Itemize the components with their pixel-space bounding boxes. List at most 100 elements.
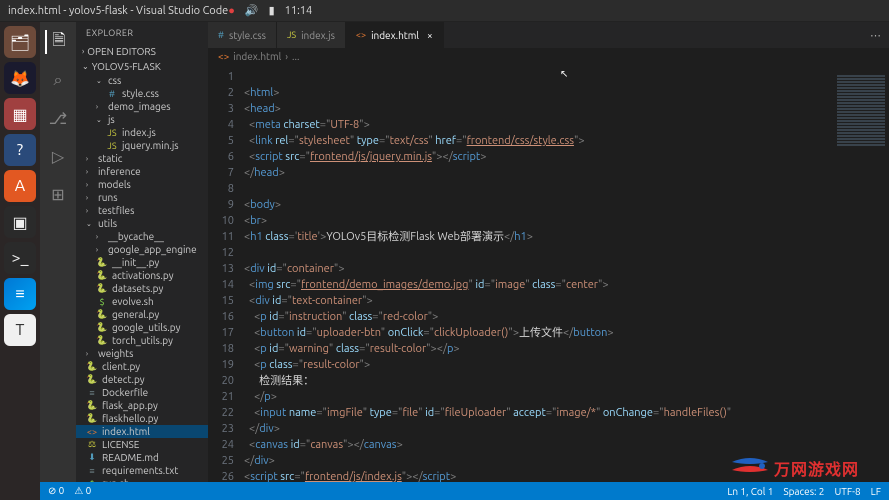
py-file-icon: 🐍 xyxy=(96,270,108,281)
tree-item-requirements-txt[interactable]: ≡requirements.txt xyxy=(76,464,208,477)
tree-item-label: demo_images xyxy=(108,101,171,112)
tree-item---bycache--[interactable]: ›__bycache__ xyxy=(76,230,208,243)
tree-item---init---py[interactable]: 🐍 __init__.py xyxy=(76,256,208,269)
activity-debug-icon[interactable]: ▷ xyxy=(46,144,70,168)
py-file-icon: 🐍 xyxy=(86,374,98,385)
watermark-text: 万网游戏网 xyxy=(774,456,859,480)
breadcrumb-file-icon: <> xyxy=(218,51,229,62)
tree-item-label: requirements.txt xyxy=(102,465,178,476)
tree-item-runs[interactable]: ›runs xyxy=(76,191,208,204)
tree-item-flaskhello-py[interactable]: 🐍flaskhello.py xyxy=(76,412,208,425)
tree-item-models[interactable]: ›models xyxy=(76,178,208,191)
js-file-icon: JS xyxy=(287,30,296,40)
tree-item-client-py[interactable]: 🐍client.py xyxy=(76,360,208,373)
tree-item-evolve-sh[interactable]: $evolve.sh xyxy=(76,295,208,308)
tree-item-index-js[interactable]: JSindex.js xyxy=(76,126,208,139)
tab-style-css[interactable]: # style.css xyxy=(208,22,277,48)
code-content[interactable]: <html><head> <meta charset="UTF-8"> <lin… xyxy=(244,65,889,500)
tree-item-demo-images[interactable]: ›demo_images xyxy=(76,100,208,113)
section-project[interactable]: ⌄ YOLOV5-FLASK xyxy=(76,59,208,74)
chevron-right-icon: › xyxy=(86,350,94,358)
dock-files-icon[interactable]: 🗂 xyxy=(4,26,36,58)
chevron-right-icon: › xyxy=(96,233,104,241)
breadcrumb[interactable]: <> index.html › ... xyxy=(208,48,889,65)
status-position[interactable]: Ln 1, Col 1 xyxy=(727,486,773,497)
section-open-editors[interactable]: › OPEN EDITORS xyxy=(76,44,208,59)
tree-item-label: index.html xyxy=(102,426,150,437)
dock-firefox-icon[interactable]: 🦊 xyxy=(4,62,36,94)
tree-item-label: __init__.py xyxy=(112,257,159,268)
tree-item-general-py[interactable]: 🐍general.py xyxy=(76,308,208,321)
tab-index-js[interactable]: JS index.js xyxy=(277,22,346,48)
tree-item-torch-utils-py[interactable]: 🐍torch_utils.py xyxy=(76,334,208,347)
tab-label: style.css xyxy=(229,30,266,41)
code-editor[interactable]: 1234567891011121314151617181920212223242… xyxy=(208,65,889,500)
close-icon[interactable]: × xyxy=(427,30,433,41)
status-warnings[interactable]: ⚠ 0 xyxy=(74,485,91,497)
window-title: index.html - yolov5-flask - Visual Studi… xyxy=(8,5,228,17)
html-file-icon: <> xyxy=(356,30,366,40)
tree-item-label: css xyxy=(108,75,121,86)
more-icon[interactable]: ⋯ xyxy=(870,29,881,42)
py-file-icon: 🐍 xyxy=(96,257,108,268)
tree-item-label: LICENSE xyxy=(102,439,139,450)
tree-item-readme-md[interactable]: ⬇README.md xyxy=(76,451,208,464)
file-tree[interactable]: ⌄css#style.css›demo_images⌄jsJSindex.jsJ… xyxy=(76,74,208,485)
status-spaces[interactable]: Spaces: 2 xyxy=(783,486,824,497)
tree-item-detect-py[interactable]: 🐍 detect.py xyxy=(76,373,208,386)
tree-item-label: js xyxy=(108,114,115,125)
tree-item-label: detect.py xyxy=(102,374,145,385)
tab-label: index.html xyxy=(371,30,419,41)
status-eol[interactable]: LF xyxy=(871,486,881,497)
tree-item-datasets-py[interactable]: 🐍datasets.py xyxy=(76,282,208,295)
activity-explorer-icon[interactable]: 🗎 xyxy=(45,30,69,54)
activity-extensions-icon[interactable]: ⊞ xyxy=(46,182,70,206)
tree-item-js[interactable]: ⌄js xyxy=(76,113,208,126)
css-file-icon: # xyxy=(218,30,224,40)
activity-search-icon[interactable]: ⌕ xyxy=(46,68,70,92)
tree-item-static[interactable]: ›static xyxy=(76,152,208,165)
dock-vscode-icon[interactable]: ≡ xyxy=(4,278,36,310)
dock-text-icon[interactable]: T xyxy=(4,314,36,346)
tree-item-testfiles[interactable]: ›testfiles xyxy=(76,204,208,217)
tree-item-google-app-engine[interactable]: ›google_app_engine xyxy=(76,243,208,256)
dock-terminal2-icon[interactable]: >_ xyxy=(4,242,36,274)
tree-item-index-html[interactable]: <>index.html xyxy=(76,425,208,438)
tree-item-utils[interactable]: ⌄utils xyxy=(76,217,208,230)
chevron-down-icon: ⌄ xyxy=(82,62,89,71)
tree-item-style-css[interactable]: #style.css xyxy=(76,87,208,100)
minimap[interactable] xyxy=(833,74,889,224)
tab-label: index.js xyxy=(301,30,335,41)
tree-item-activations-py[interactable]: 🐍activations.py xyxy=(76,269,208,282)
tab-index-html[interactable]: <> index.html × xyxy=(346,22,444,48)
watermark: 万网游戏网 xyxy=(730,456,859,480)
watermark-logo-icon xyxy=(730,456,770,480)
tree-item-dockerfile[interactable]: ≡Dockerfile xyxy=(76,386,208,399)
dock-app1-icon[interactable]: ▦ xyxy=(4,98,36,130)
tree-item-label: Dockerfile xyxy=(102,387,148,398)
dock-terminal-icon[interactable]: ▣ xyxy=(4,206,36,238)
dock-help-icon[interactable]: ? xyxy=(4,134,36,166)
activity-bar: 🗎 ⌕ ⎇ ▷ ⊞ xyxy=(40,22,76,500)
vscode-window: 🗎 ⌕ ⎇ ▷ ⊞ EXPLORER › OPEN EDITORS ⌄ YOLO… xyxy=(40,22,889,500)
topbar-right: ● 🔊 ▮ 11:14 xyxy=(228,4,312,17)
tree-item-label: style.css xyxy=(122,88,159,99)
tree-item-css[interactable]: ⌄css xyxy=(76,74,208,87)
tree-item-label: utils xyxy=(98,218,117,229)
status-encoding[interactable]: UTF-8 xyxy=(834,486,860,497)
tree-item-flask-app-py[interactable]: 🐍flask_app.py xyxy=(76,399,208,412)
chevron-right-icon: › xyxy=(86,207,94,215)
tree-item-label: flask_app.py xyxy=(102,400,158,411)
tree-item-google-utils-py[interactable]: 🐍google_utils.py xyxy=(76,321,208,334)
tree-item-inference[interactable]: ›inference xyxy=(76,165,208,178)
tree-item-label: runs xyxy=(98,192,118,203)
tree-item-label: flaskhello.py xyxy=(102,413,158,424)
activity-scm-icon[interactable]: ⎇ xyxy=(46,106,70,130)
tree-item-label: datasets.py xyxy=(112,283,163,294)
tree-item-license[interactable]: ⚖LICENSE xyxy=(76,438,208,451)
tree-item-weights[interactable]: ›weights xyxy=(76,347,208,360)
battery-icon: ▮ xyxy=(269,4,275,17)
tree-item-jquery-min-js[interactable]: JSjquery.min.js xyxy=(76,139,208,152)
status-errors[interactable]: ⊘ 0 xyxy=(48,485,64,497)
dock-flame-icon[interactable]: A xyxy=(4,170,36,202)
